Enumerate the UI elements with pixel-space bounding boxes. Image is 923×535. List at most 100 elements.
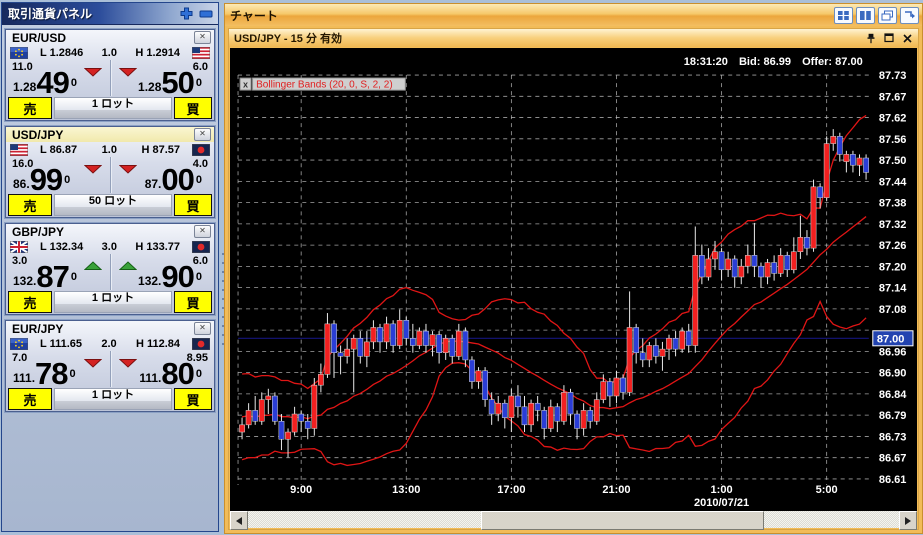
lot-label: 1 ロット <box>55 292 171 304</box>
pair-close-icon[interactable]: ✕ <box>194 322 211 335</box>
pair-close-icon[interactable]: ✕ <box>194 128 211 141</box>
pair-info-row: L 1.28461.0H 1.2914 <box>6 45 214 60</box>
indicator-label: Bollinger Bands (20, 0, S, 2, 2) <box>256 80 393 91</box>
bollinger-bands <box>242 115 866 465</box>
sell-button[interactable]: 売 <box>8 97 52 119</box>
pair-actions-row: 売50 ロット買 <box>6 194 214 216</box>
ask-price-area[interactable]: 8.95111.800 <box>111 351 215 387</box>
ask-price-area[interactable]: 6.01.28500 <box>111 60 215 96</box>
svg-text:87.62: 87.62 <box>879 113 907 125</box>
flag-right-icon <box>192 144 210 156</box>
maximize-icon[interactable] <box>882 32 896 45</box>
high-price-label: H 87.57 <box>141 144 180 156</box>
lot-selector[interactable]: 1 ロット <box>54 388 172 410</box>
svg-text:87.00: 87.00 <box>877 333 905 345</box>
sell-button[interactable]: 売 <box>8 388 52 410</box>
pair-header[interactable]: EUR/JPY✕ <box>6 321 214 336</box>
ask-prefix: 1.28 <box>138 78 161 96</box>
flag-right-icon <box>192 338 210 350</box>
bid-price-area[interactable]: 16.086.990 <box>6 157 111 193</box>
bid-arrow-icon <box>84 64 102 74</box>
lot-selector-track[interactable] <box>55 207 171 215</box>
lot-selector[interactable]: 1 ロット <box>54 291 172 313</box>
svg-text:87.44: 87.44 <box>879 176 907 188</box>
bid-arrow-icon <box>84 355 102 365</box>
buy-button[interactable]: 買 <box>174 97 212 119</box>
price-chart[interactable]: 87.7387.6787.6287.5687.5087.4487.3887.32… <box>230 48 917 511</box>
lot-label: 1 ロット <box>55 389 171 401</box>
flag-left-icon <box>10 241 28 253</box>
ask-price-area[interactable]: 6.0132.900 <box>111 254 215 290</box>
scroll-left-button[interactable] <box>230 511 248 530</box>
tile-grid-icon[interactable] <box>834 7 853 24</box>
bid-price-area[interactable]: 7.0111.780 <box>6 351 111 387</box>
svg-text:9:00: 9:00 <box>290 484 312 496</box>
chart-window: チャート USD/JPY - 15 分 有効 <box>224 3 923 534</box>
pin-icon[interactable] <box>864 32 878 45</box>
ask-price-area[interactable]: 4.087.000 <box>111 157 215 193</box>
chart-child-title: USD/JPY - 15 分 有効 <box>229 30 864 46</box>
ask-arrow-icon <box>119 258 137 268</box>
pair-header[interactable]: GBP/JPY✕ <box>6 224 214 239</box>
pair-actions-row: 売1 ロット買 <box>6 388 214 410</box>
buy-button[interactable]: 買 <box>174 194 212 216</box>
trade-panel-titlebar: 取引通貨パネル <box>2 3 218 25</box>
buy-button[interactable]: 買 <box>174 291 212 313</box>
chart-titlebar: チャート <box>225 4 922 26</box>
lot-selector[interactable]: 1 ロット <box>54 97 172 119</box>
svg-text:17:00: 17:00 <box>497 484 525 496</box>
scroll-right-button[interactable] <box>899 511 917 530</box>
change-label: 2.0 <box>82 338 136 350</box>
high-price-label: H 112.84 <box>136 338 180 350</box>
chart-hscrollbar[interactable] <box>230 511 917 528</box>
svg-text:86.61: 86.61 <box>879 474 907 486</box>
lot-selector-track[interactable] <box>55 401 171 409</box>
arrange-icon[interactable] <box>900 7 919 24</box>
pair-price-row: 7.0111.7808.95111.800 <box>6 351 214 387</box>
lot-selector-track[interactable] <box>55 110 171 118</box>
bid-price-area[interactable]: 11.01.28490 <box>6 60 111 96</box>
svg-text:86.90: 86.90 <box>879 368 907 380</box>
pair-header[interactable]: EUR/USD✕ <box>6 30 214 45</box>
pair-price-row: 11.01.284906.01.28500 <box>6 60 214 96</box>
pair-panel-eur-jpy: EUR/JPY✕L 111.652.0H 112.847.0111.7808.9… <box>5 320 215 412</box>
plus-icon <box>180 7 193 20</box>
svg-text:2010/07/21: 2010/07/21 <box>694 497 749 509</box>
chart-area: 87.7387.6787.6287.5687.5087.4487.3887.32… <box>230 48 917 511</box>
svg-text:87.56: 87.56 <box>879 134 907 146</box>
scroll-thumb[interactable] <box>481 511 765 530</box>
close-icon[interactable] <box>900 32 914 45</box>
tile-vertical-icon[interactable] <box>856 7 875 24</box>
svg-text:87.14: 87.14 <box>879 283 907 295</box>
pair-close-icon[interactable]: ✕ <box>194 225 211 238</box>
sell-button[interactable]: 売 <box>8 194 52 216</box>
cascade-icon[interactable] <box>878 7 897 24</box>
pair-info-row: L 132.343.0H 133.77 <box>6 239 214 254</box>
low-price-label: L 132.34 <box>40 241 83 253</box>
lot-selector-track[interactable] <box>55 304 171 312</box>
pair-header[interactable]: USD/JPY✕ <box>6 127 214 142</box>
sell-button[interactable]: 売 <box>8 291 52 313</box>
bid-price-area[interactable]: 3.0132.870 <box>6 254 111 290</box>
buy-button[interactable]: 買 <box>174 388 212 410</box>
svg-text:87.26: 87.26 <box>879 240 907 252</box>
change-label: 1.0 <box>83 47 135 59</box>
minus-icon <box>199 10 213 18</box>
svg-text:87.73: 87.73 <box>879 70 907 82</box>
pair-panel-gbp-jpy: GBP/JPY✕L 132.343.0H 133.773.0132.8706.0… <box>5 223 215 315</box>
bid-pip: 0 <box>64 175 70 186</box>
bid-pip: 0 <box>71 272 77 283</box>
add-pair-button[interactable] <box>178 7 194 21</box>
bid-big-digits: 78 <box>35 361 67 387</box>
svg-text:1:00: 1:00 <box>711 484 733 496</box>
lot-selector[interactable]: 50 ロット <box>54 194 172 216</box>
flag-left-icon <box>10 144 28 156</box>
svg-text:87.38: 87.38 <box>879 198 907 210</box>
collapse-panel-button[interactable] <box>198 7 214 21</box>
ask-pip: 0 <box>196 272 202 283</box>
svg-text:86.96: 86.96 <box>879 346 907 358</box>
low-price-label: L 111.65 <box>40 338 82 350</box>
pair-close-icon[interactable]: ✕ <box>194 31 211 44</box>
chart-child-window: USD/JPY - 15 分 有効 87.7387.6787.6287.5687… <box>228 28 919 530</box>
pair-list: EUR/USD✕L 1.28461.0H 1.291411.01.284906.… <box>5 29 215 417</box>
